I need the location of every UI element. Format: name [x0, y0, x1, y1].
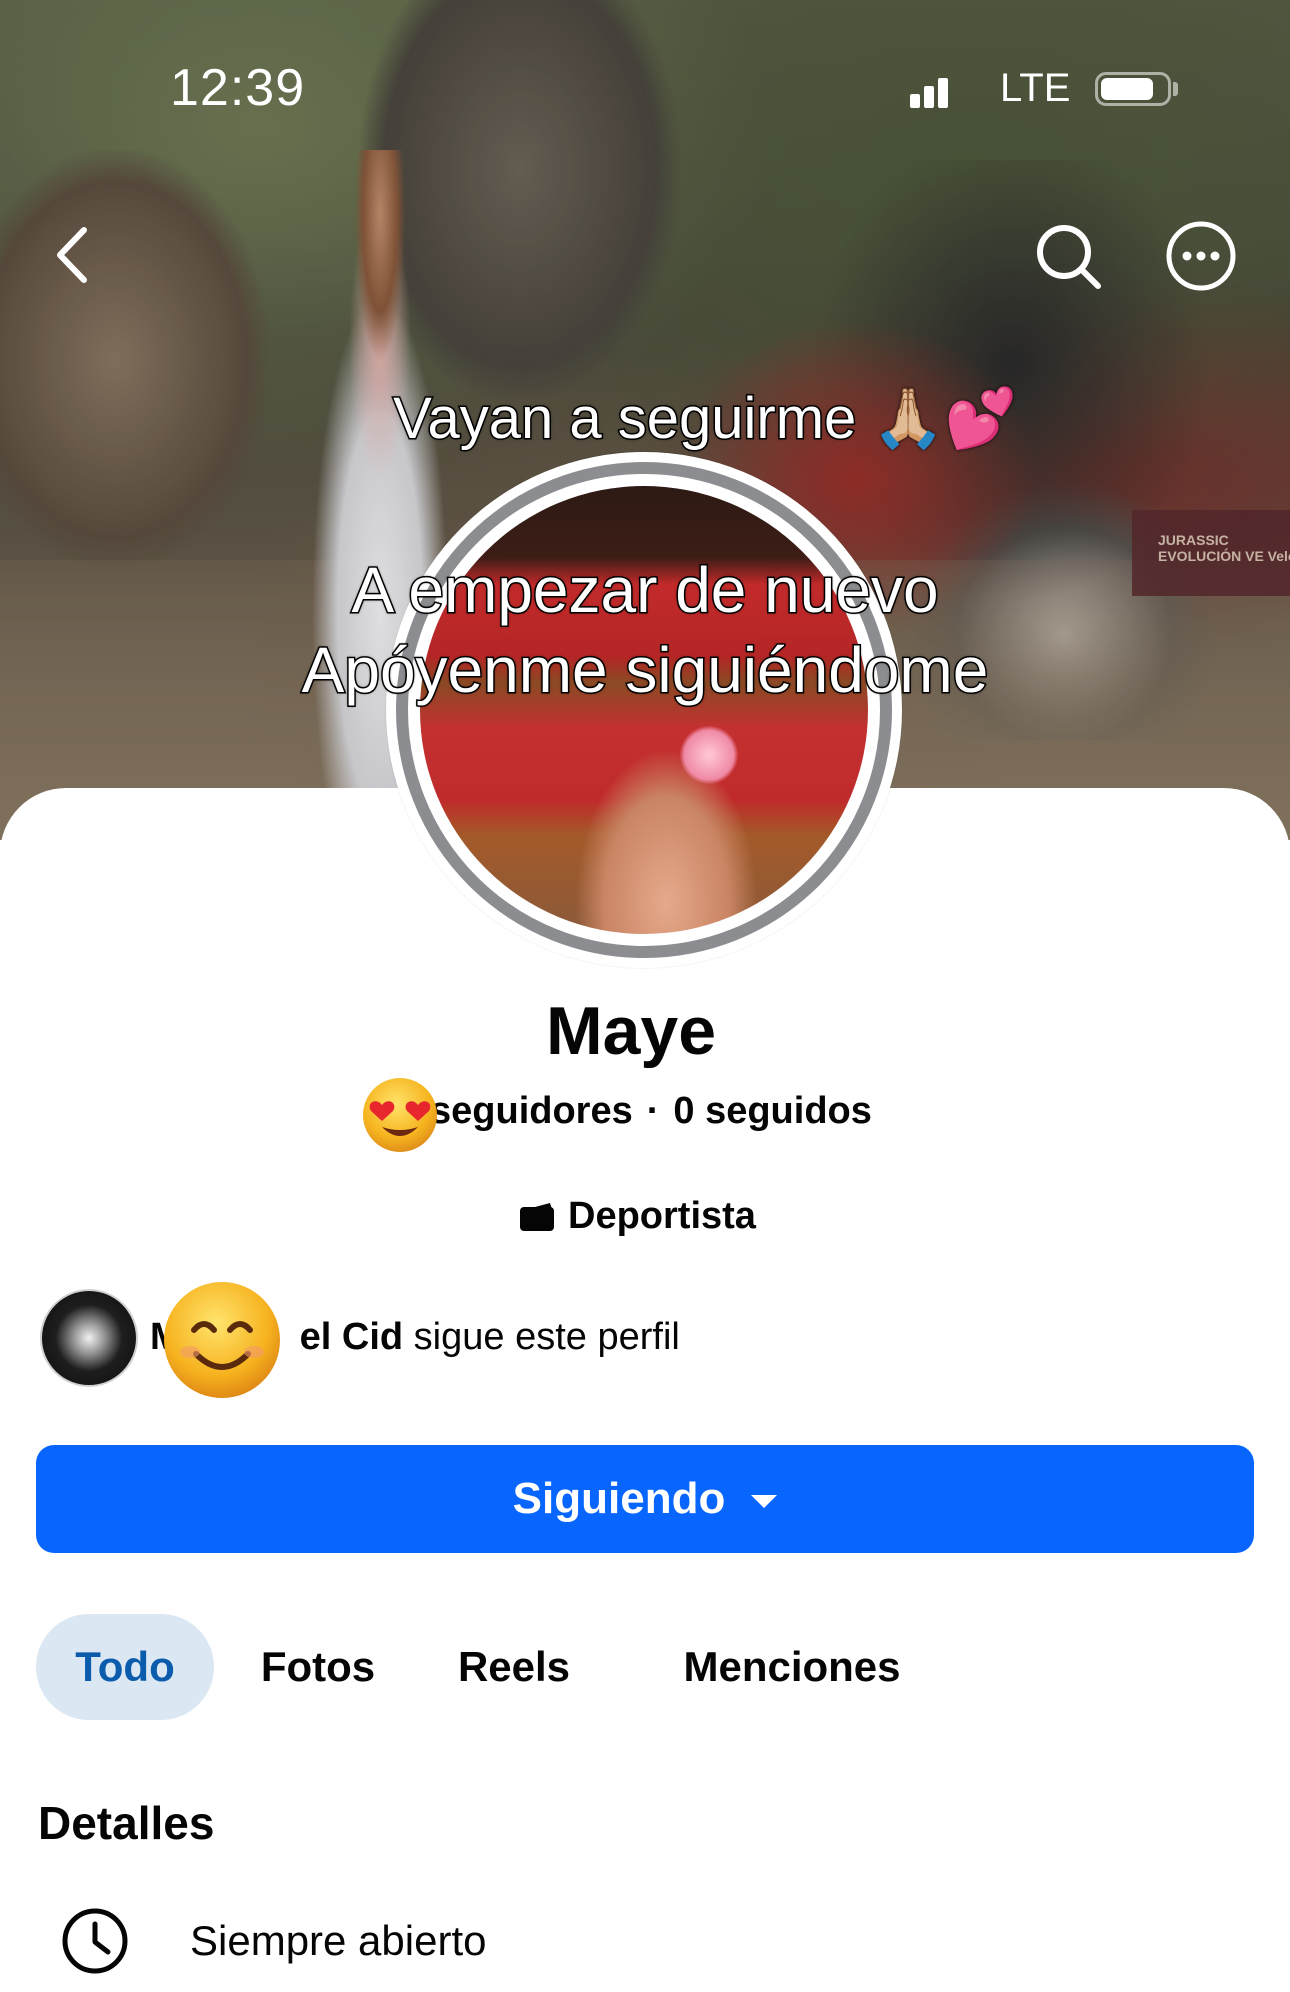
battery-icon: [1095, 72, 1171, 106]
detail-hours: Siempre abierto: [60, 1904, 486, 1978]
cover-text-3: Apóyenme siguiéndome: [300, 633, 990, 708]
profile-avatar[interactable]: [386, 452, 902, 968]
film-icon: [520, 1202, 554, 1231]
stats-separator: ·: [646, 1090, 660, 1132]
back-button[interactable]: [40, 220, 110, 290]
mutual-follow-text: sigue este perfil: [403, 1316, 680, 1358]
profile-name: Maye: [545, 993, 717, 1069]
signal-icon: [910, 74, 960, 108]
details-title: Detalles: [38, 1797, 215, 1849]
heart-eyes-emoji-icon: [363, 1078, 437, 1152]
mutual-name-suffix[interactable]: el Cid: [300, 1316, 403, 1358]
chevron-left-icon: [57, 227, 87, 283]
tab-menciones[interactable]: Menciones: [672, 1614, 912, 1720]
mutual-follower[interactable]: Mel Cid sigue este perfil: [40, 1282, 680, 1398]
followers-link[interactable]: seguidores: [430, 1090, 633, 1132]
tab-fotos[interactable]: Fotos: [248, 1614, 388, 1720]
following-button[interactable]: Siguiendo: [36, 1445, 1254, 1553]
more-horizontal-icon: [1166, 221, 1236, 291]
cover-text-1: Vayan a seguirme 🙏🏼💕: [392, 385, 1019, 453]
search-button[interactable]: [1030, 218, 1106, 294]
mutual-avatar[interactable]: [40, 1289, 138, 1387]
following-link[interactable]: 0 seguidos: [673, 1090, 872, 1132]
detail-hours-text: Siempre abierto: [190, 1917, 487, 1964]
cover-text-2: A empezar de nuevo: [350, 553, 940, 628]
follow-stats: seguidores · 0 seguidos: [430, 1090, 872, 1133]
following-button-label: Siguiendo: [512, 1474, 726, 1523]
chevron-down-icon: [751, 1494, 778, 1508]
smiling-face-emoji-icon: [164, 1282, 280, 1398]
status-bar: 12:39 LTE: [0, 0, 1290, 180]
status-time: 12:39: [170, 59, 306, 117]
network-type: LTE: [1000, 66, 1071, 110]
tab-reels[interactable]: Reels: [444, 1614, 584, 1720]
search-icon: [1037, 225, 1101, 289]
tab-todo[interactable]: Todo: [36, 1614, 214, 1720]
profile-tabs: Todo Fotos Reels Menciones: [36, 1614, 1256, 1720]
profile-category: Deportista: [520, 1195, 756, 1238]
more-options-button[interactable]: [1163, 218, 1239, 294]
clock-icon: [62, 1908, 128, 1974]
category-label: Deportista: [568, 1195, 756, 1237]
